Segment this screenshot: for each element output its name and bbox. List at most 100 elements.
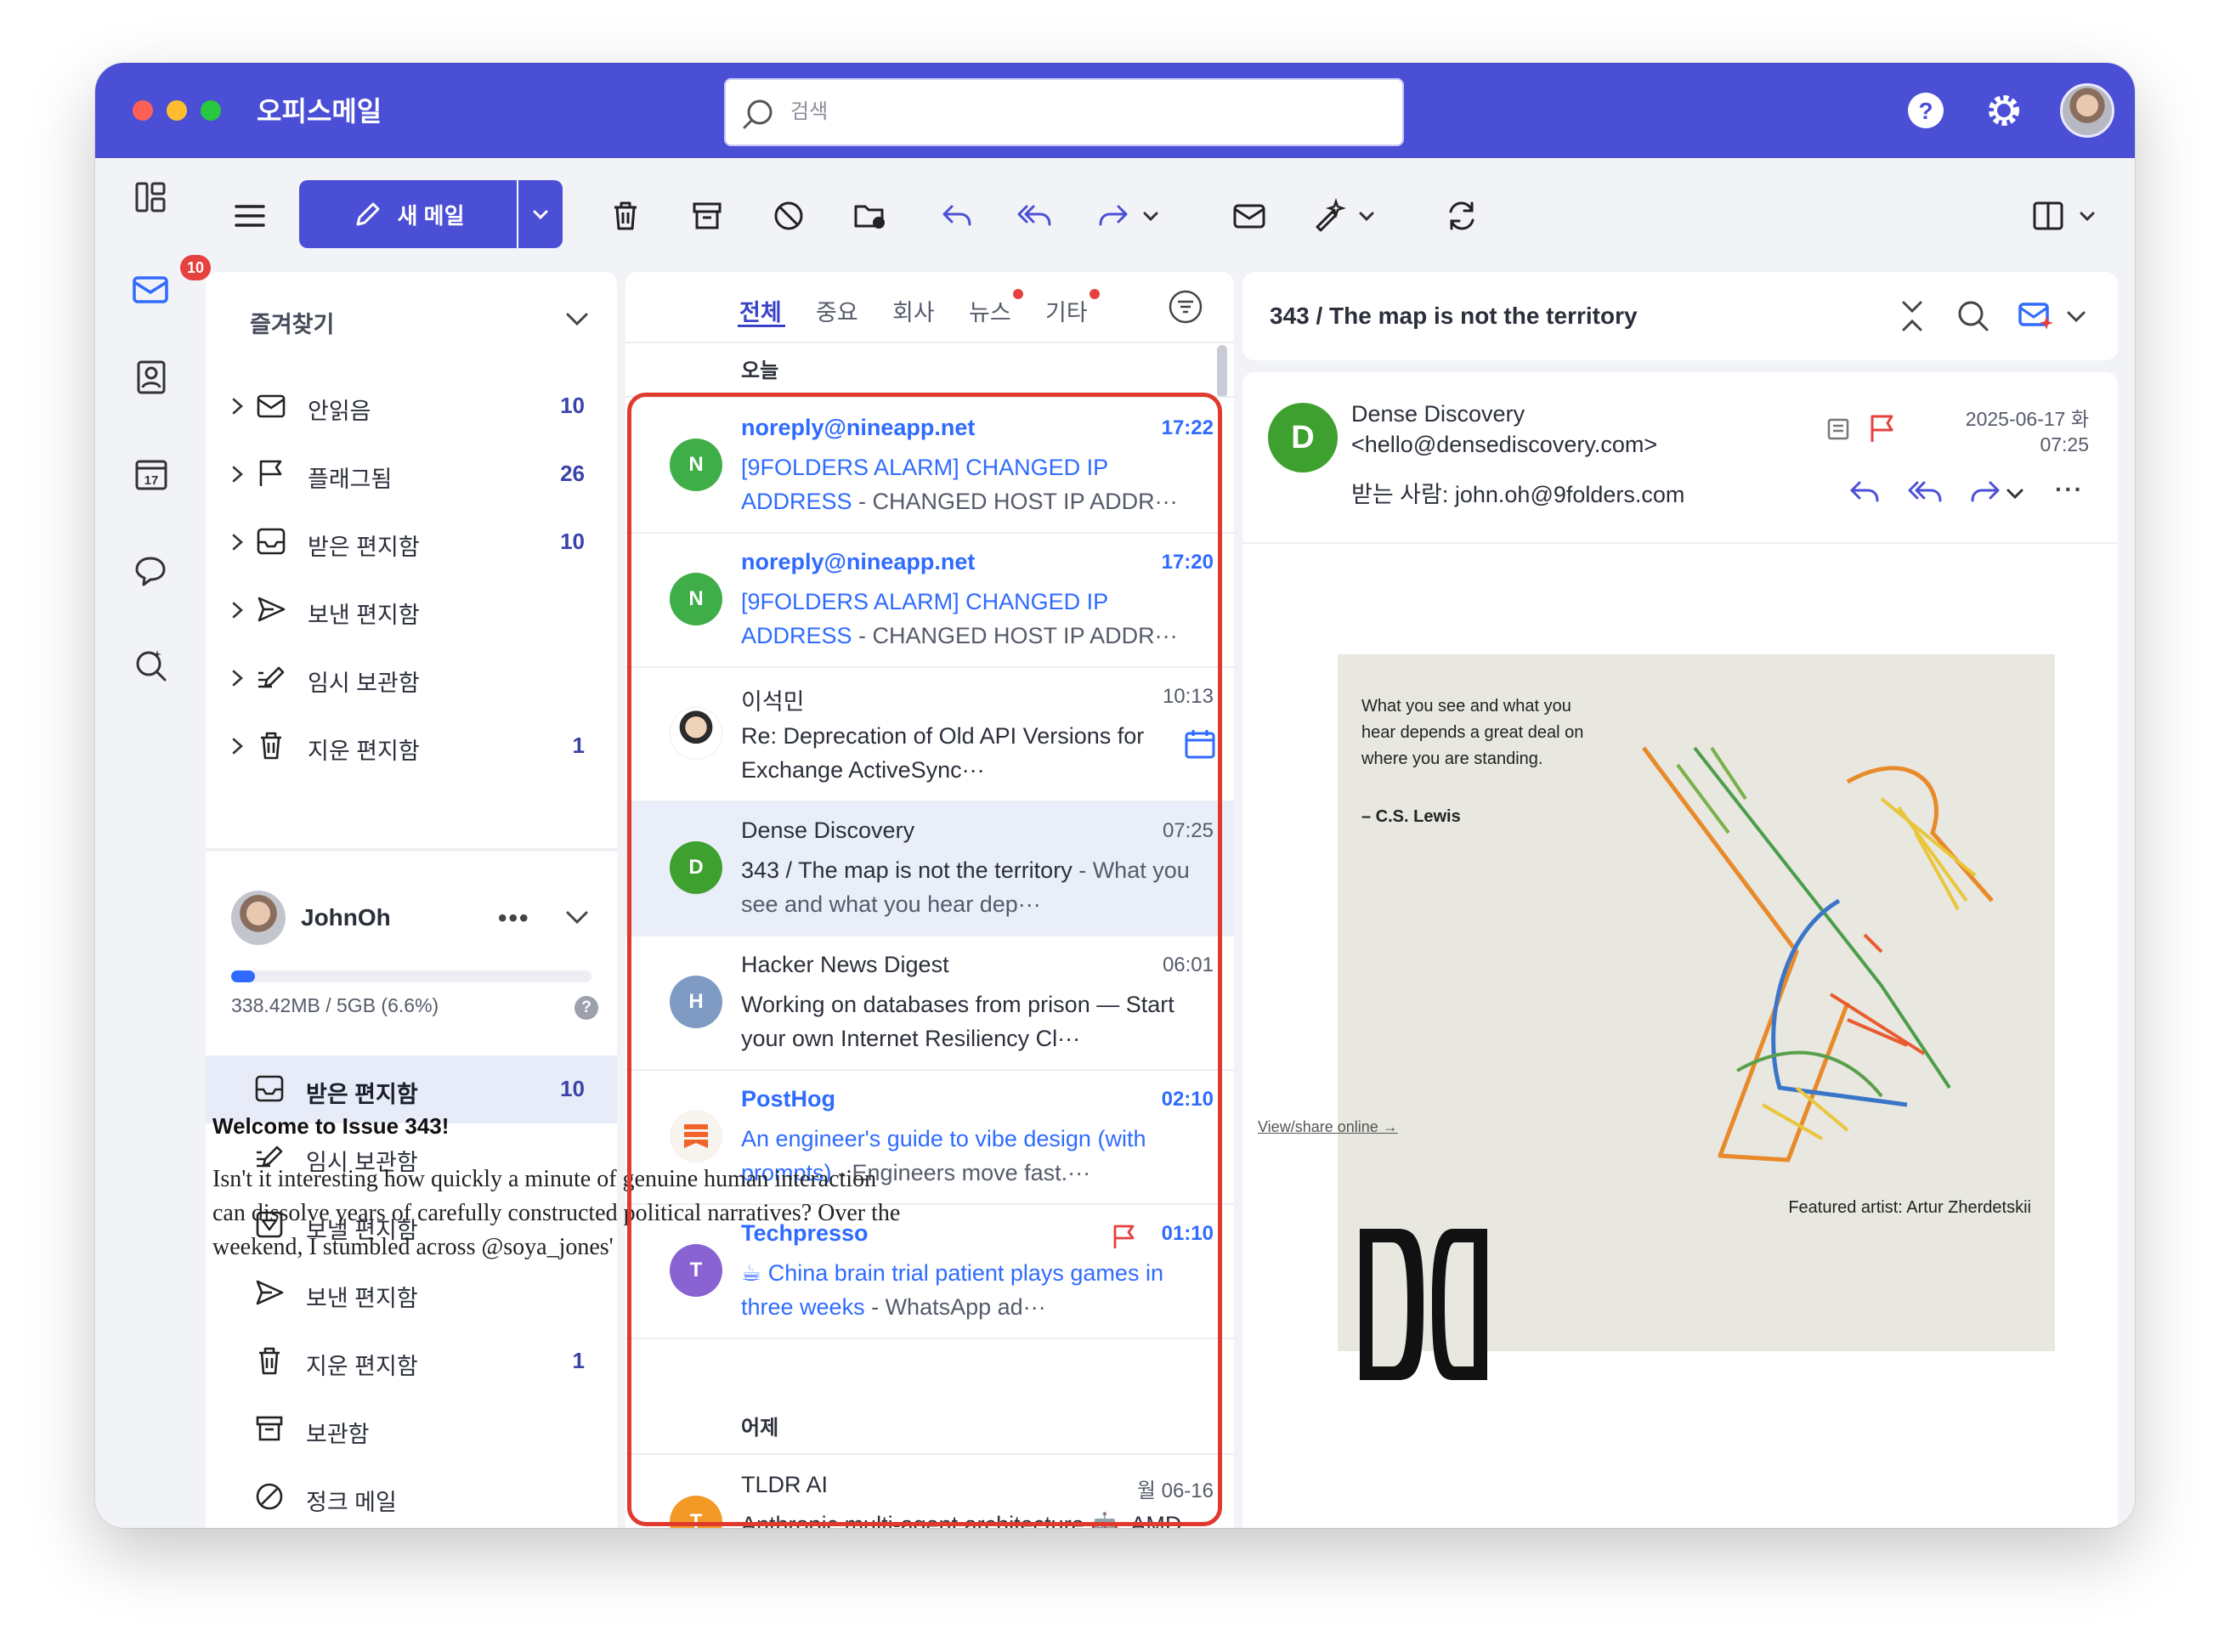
archive-button[interactable] xyxy=(680,189,734,243)
rail-ai-search[interactable] xyxy=(124,639,178,693)
folder-count: 10 xyxy=(560,1076,585,1101)
chevron-right-icon[interactable] xyxy=(228,665,248,692)
mail-date: 2025-06-17 화 07:25 xyxy=(1919,406,2089,457)
collapse-icon[interactable] xyxy=(1895,297,1929,335)
rail-dashboard[interactable] xyxy=(124,170,178,224)
rail-mail[interactable]: 10 xyxy=(124,255,211,316)
new-mail-button[interactable]: 새 메일 xyxy=(299,180,517,248)
account-folder-3[interactable]: 보낸 편지함 xyxy=(206,1259,617,1327)
tab-company[interactable]: 회사 xyxy=(892,294,935,327)
chevron-right-icon[interactable] xyxy=(228,393,248,420)
junk-button[interactable] xyxy=(761,189,816,243)
layout-toggle-button[interactable] xyxy=(2021,189,2075,243)
move-to-folder-button[interactable] xyxy=(843,189,897,243)
mail-time: 02:10 xyxy=(1161,1088,1214,1111)
refresh-button[interactable] xyxy=(1435,189,1489,243)
rail-calendar[interactable]: 17 xyxy=(124,447,178,501)
reader-view-icon[interactable] xyxy=(1825,415,1854,444)
account-more-button[interactable]: ••• xyxy=(498,904,530,933)
chevron-down-icon[interactable] xyxy=(2063,304,2089,330)
chevron-right-icon[interactable] xyxy=(228,529,248,556)
reply-button[interactable] xyxy=(930,189,984,243)
close-window-button[interactable] xyxy=(133,100,153,121)
rules-button[interactable] xyxy=(1302,189,1356,243)
chevron-down-icon[interactable] xyxy=(563,902,591,931)
mail-row[interactable]: Nnoreply@nineapp.net 17:22 [9FOLDERS ALARM… xyxy=(625,399,1234,534)
sender-name[interactable]: Dense Discovery xyxy=(1351,401,1525,427)
mail-row[interactable]: Nnoreply@nineapp.net 17:20 [9FOLDERS ALARM… xyxy=(625,534,1234,668)
favorites-folder-3[interactable]: 보낸 편지함 xyxy=(206,576,617,644)
tab-news[interactable]: 뉴스 xyxy=(969,294,1011,327)
account-folder-4[interactable]: 지운 편지함 1 xyxy=(206,1327,617,1395)
minimize-window-button[interactable] xyxy=(167,100,187,121)
mail-subject: Anthropic multi-agent architecture 🤖, AM… xyxy=(741,1512,1182,1528)
chevron-right-icon[interactable] xyxy=(228,461,248,488)
mail-preview-separator: - xyxy=(1072,857,1093,883)
forward-button[interactable] xyxy=(1086,189,1140,243)
flag-icon[interactable] xyxy=(1110,1222,1139,1251)
mail-sender: 이석민 xyxy=(741,689,805,715)
new-mail-dropdown-button[interactable] xyxy=(518,180,563,248)
sender-avatar: T xyxy=(670,1496,722,1528)
reply-icon[interactable] xyxy=(1846,476,1883,510)
folder-divider xyxy=(206,848,617,851)
hamburger-menu-button[interactable] xyxy=(223,189,277,243)
favorites-folder-2[interactable]: 받은 편지함 10 xyxy=(206,508,617,576)
tab-important[interactable]: 중요 xyxy=(816,294,858,327)
envelope-icon xyxy=(1233,204,1265,229)
settings-gear-icon[interactable] xyxy=(1982,88,2026,133)
sender-email[interactable]: <hello@densediscovery.com> xyxy=(1351,432,1657,458)
mail-row[interactable]: 이석민 10:13 Re: Deprecation of Old API Versi… xyxy=(625,668,1234,802)
featured-artist-label: Featured artist: xyxy=(1788,1198,1903,1217)
reply-all-icon[interactable] xyxy=(1905,476,1946,510)
draft-icon xyxy=(258,666,285,688)
help-icon[interactable]: ? xyxy=(1904,88,1948,133)
mail-row[interactable]: D Dense Discovery 07:25 343 / The map is no… xyxy=(625,802,1234,936)
group-label-today: 오늘 xyxy=(625,345,1234,398)
view-online-link[interactable]: View/share online → xyxy=(1258,1118,1398,1136)
folder-label: 지운 편지함 xyxy=(306,1354,418,1379)
flag-icon[interactable] xyxy=(1866,411,1899,445)
mail-row[interactable]: T TLDR AI 월 06-16 Anthropic multi-agent arc… xyxy=(625,1457,1234,1528)
rail-chat[interactable] xyxy=(124,544,178,598)
more-actions-button[interactable]: ··· xyxy=(2055,476,2084,503)
mail-row[interactable]: H Hacker News Digest 06:01 Working on datab… xyxy=(625,936,1234,1071)
reply-all-button[interactable] xyxy=(1008,189,1062,243)
account-folder-5[interactable]: 보관함 xyxy=(206,1395,617,1463)
search-icon[interactable] xyxy=(1955,297,1992,335)
favorites-folder-5[interactable]: 지운 편지함 1 xyxy=(206,712,617,780)
account-folder-6[interactable]: 정크 메일 xyxy=(206,1463,617,1528)
quota-help-icon[interactable]: ? xyxy=(574,996,598,1020)
featured-artist-link[interactable]: Artur Zherdetskii xyxy=(1906,1198,2031,1217)
forward-icon[interactable] xyxy=(1967,476,2004,510)
category-tabs: 전체 중요 회사 뉴스 기타 xyxy=(625,272,1234,343)
reader-divider xyxy=(1242,542,2118,544)
favorites-folder-0[interactable]: 안읽음 10 xyxy=(206,372,617,440)
user-avatar[interactable] xyxy=(2060,83,2114,138)
favorites-folder-1[interactable]: 플래그됨 26 xyxy=(206,440,617,508)
ai-mail-icon[interactable] xyxy=(2016,296,2057,335)
unread-mail-icon xyxy=(257,394,286,418)
search-box[interactable] xyxy=(724,78,1404,146)
rail-contacts[interactable] xyxy=(124,350,178,405)
mail-sender: TLDR AI xyxy=(741,1472,829,1497)
chevron-down-icon[interactable] xyxy=(563,304,591,333)
folder-label: 받은 편지함 xyxy=(308,535,420,560)
chevron-down-icon[interactable] xyxy=(2004,483,2026,505)
tab-all[interactable]: 전체 xyxy=(739,294,782,327)
search-input[interactable] xyxy=(790,80,1385,144)
mark-read-button[interactable] xyxy=(1222,189,1276,243)
favorites-folder-4[interactable]: 임시 보관함 xyxy=(206,644,617,712)
tab-other[interactable]: 기타 xyxy=(1045,294,1088,327)
zoom-window-button[interactable] xyxy=(201,100,221,121)
forward-dropdown-button[interactable] xyxy=(1134,189,1168,243)
chevron-right-icon[interactable] xyxy=(228,733,248,760)
delete-button[interactable] xyxy=(598,189,653,243)
calendar-invite-icon xyxy=(1185,730,1215,759)
filter-icon[interactable] xyxy=(1166,287,1205,326)
mail-subject-preview: [9FOLDERS ALARM] CHANGED IP ADDRESS - CH… xyxy=(741,450,1200,518)
chevron-right-icon[interactable] xyxy=(228,597,248,624)
bird-illustration xyxy=(1642,746,1994,1163)
rules-dropdown-button[interactable] xyxy=(1350,189,1384,243)
layout-dropdown-button[interactable] xyxy=(2070,189,2104,243)
